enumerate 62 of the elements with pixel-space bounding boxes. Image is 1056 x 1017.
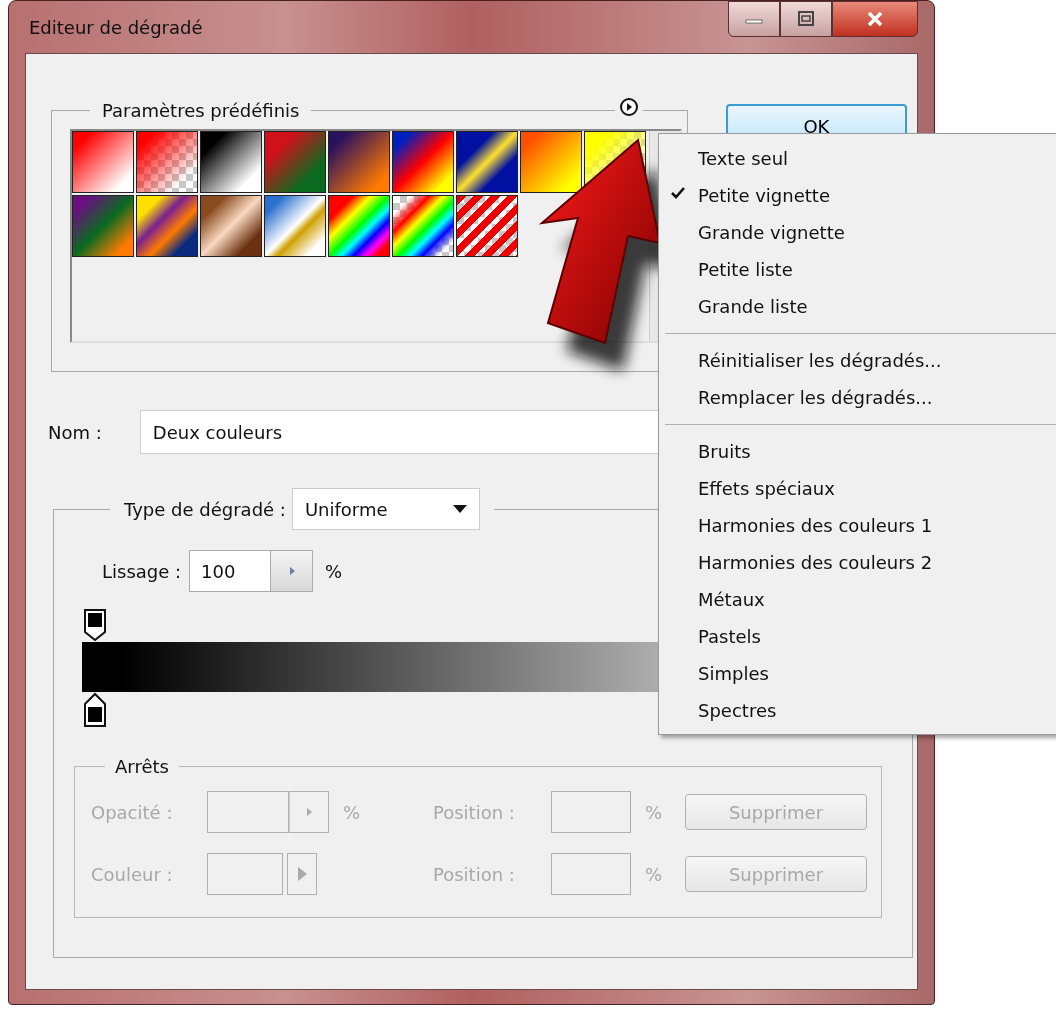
gradient-swatch[interactable] bbox=[136, 195, 198, 257]
checkmark-icon bbox=[671, 186, 685, 200]
opacity-field[interactable] bbox=[207, 791, 289, 833]
gradient-swatch[interactable] bbox=[392, 131, 454, 193]
gradient-swatch[interactable] bbox=[200, 131, 262, 193]
menu-item[interactable]: Grande liste bbox=[659, 288, 1056, 325]
menu-item[interactable]: Petite liste bbox=[659, 251, 1056, 288]
menu-item[interactable]: Spectres bbox=[659, 692, 1056, 729]
stop-label: Opacité : bbox=[91, 801, 174, 823]
position-label: Position : bbox=[433, 801, 516, 823]
percent-unit: % bbox=[645, 863, 664, 885]
position-field[interactable] bbox=[551, 791, 631, 833]
menu-item[interactable]: Harmonies des couleurs 1 bbox=[659, 507, 1056, 544]
percent-unit: % bbox=[645, 801, 664, 823]
gradient-swatch[interactable] bbox=[72, 195, 134, 257]
close-icon bbox=[865, 10, 885, 28]
gradient-swatch[interactable] bbox=[520, 131, 582, 193]
triangle-right-icon bbox=[305, 807, 313, 817]
triangle-right-icon bbox=[296, 865, 308, 883]
menu-item[interactable]: Grande vignette bbox=[659, 214, 1056, 251]
group-legend: Arrêts bbox=[105, 756, 179, 777]
caret-icon bbox=[452, 505, 467, 513]
menu-item[interactable]: Simples bbox=[659, 655, 1056, 692]
gradient-swatch[interactable] bbox=[264, 131, 326, 193]
maximize-button[interactable] bbox=[780, 1, 832, 37]
percent-unit: % bbox=[343, 801, 361, 823]
window-title: Editeur de dégradé bbox=[28, 16, 203, 38]
percent-unit: % bbox=[325, 560, 343, 582]
gradient-swatch[interactable] bbox=[72, 131, 134, 193]
position-field[interactable] bbox=[551, 853, 631, 895]
gradient-swatch[interactable] bbox=[456, 195, 518, 257]
color-swatch[interactable] bbox=[207, 853, 283, 895]
gradient-type-dropdown[interactable]: Uniforme bbox=[291, 488, 480, 530]
name-label: Nom : bbox=[48, 421, 102, 443]
gradient-swatch[interactable] bbox=[136, 131, 198, 193]
menu-item[interactable]: Harmonies des couleurs 2 bbox=[659, 544, 1056, 581]
triangle-right-icon bbox=[287, 566, 296, 576]
stop-label: Couleur : bbox=[91, 863, 174, 885]
slider-toggle-button[interactable] bbox=[271, 550, 314, 592]
menu-item[interactable]: Effets spéciaux bbox=[659, 470, 1056, 507]
slider-toggle-button[interactable] bbox=[289, 791, 329, 833]
menu-item[interactable]: Réinitialiser les dégradés... bbox=[659, 342, 1056, 379]
position-label: Position : bbox=[433, 863, 516, 885]
minimize-button[interactable] bbox=[728, 1, 780, 37]
gradient-type-label: Type de dégradé : bbox=[124, 498, 286, 520]
gradient-swatch[interactable] bbox=[264, 195, 326, 257]
color-picker-button[interactable] bbox=[287, 853, 317, 895]
gradient-swatch[interactable] bbox=[392, 195, 454, 257]
gradient-swatch[interactable] bbox=[200, 195, 262, 257]
gradient-swatch[interactable] bbox=[328, 131, 390, 193]
group-legend: Paramètres prédéfinis bbox=[90, 100, 312, 121]
color-stop-icon[interactable] bbox=[82, 692, 108, 728]
menu-item[interactable]: Pastels bbox=[659, 618, 1056, 655]
menu-item[interactable]: Métaux bbox=[659, 581, 1056, 618]
gradient-swatch[interactable] bbox=[456, 131, 518, 193]
maximize-icon bbox=[796, 10, 816, 28]
menu-item[interactable]: Petite vignette bbox=[659, 177, 1056, 214]
opacity-stop-icon[interactable] bbox=[82, 608, 108, 642]
gradient-swatch[interactable] bbox=[328, 195, 390, 257]
close-button[interactable] bbox=[832, 1, 918, 37]
smoothness-label: Lissage : bbox=[102, 560, 182, 582]
smoothness-field[interactable]: 100 bbox=[189, 550, 272, 592]
